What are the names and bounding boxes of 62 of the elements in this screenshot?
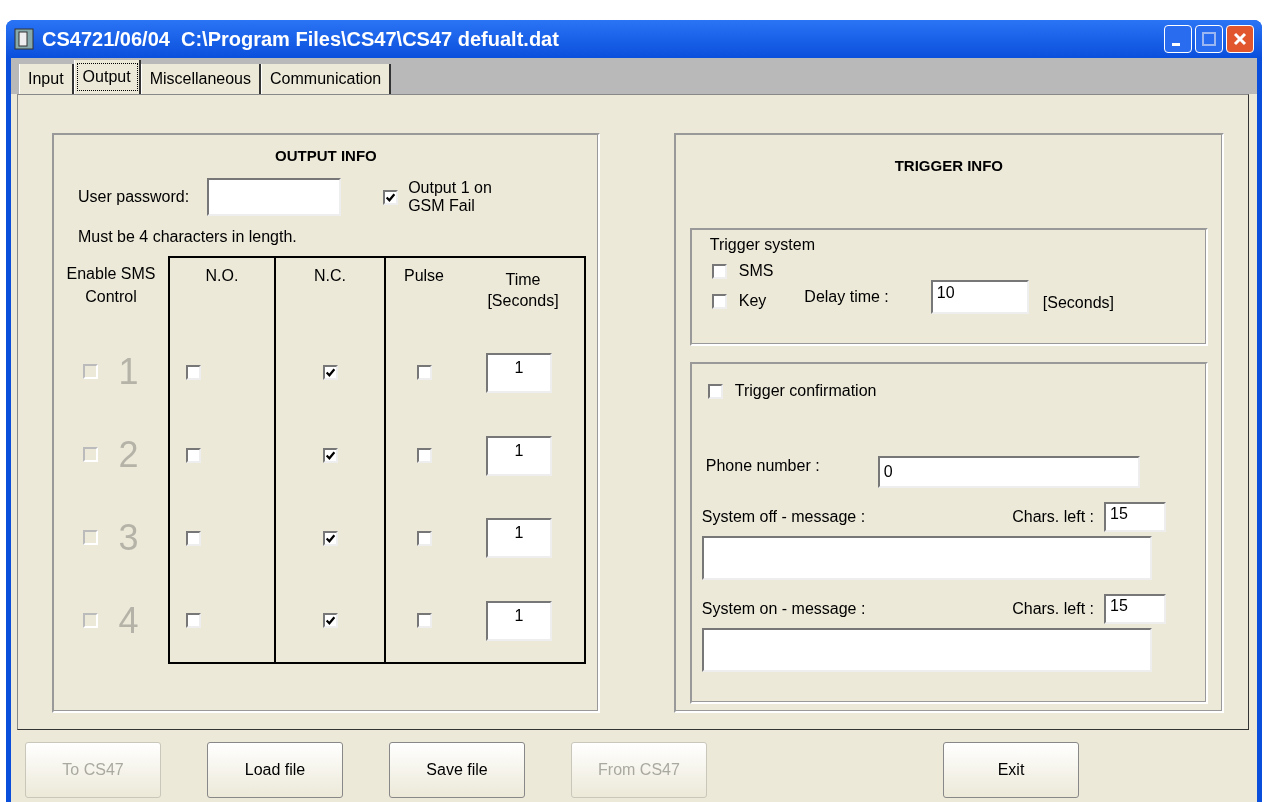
unit-label: [Seconds] xyxy=(1042,294,1114,312)
maximize-icon xyxy=(1199,29,1219,49)
checkbox-label: Key xyxy=(738,292,767,310)
checkbox[interactable] xyxy=(707,383,723,399)
checkbox[interactable] xyxy=(383,189,399,205)
checkbox[interactable] xyxy=(416,613,432,629)
checkbox[interactable] xyxy=(186,365,201,381)
message-field[interactable] xyxy=(701,628,1152,672)
action-button[interactable]: Save file xyxy=(389,742,525,798)
close-button[interactable] xyxy=(1226,25,1254,53)
column-header: Enable SMS Control xyxy=(65,264,157,308)
checkbox[interactable] xyxy=(416,530,432,546)
checkbox-label: SMS xyxy=(738,262,774,280)
action-button[interactable]: Load file xyxy=(207,742,343,798)
field-label: Chars. left : xyxy=(1012,600,1094,618)
group-heading: OUTPUT INFO xyxy=(274,147,378,164)
time-field[interactable]: 1 xyxy=(486,518,552,559)
checkbox[interactable] xyxy=(322,613,338,629)
chars-left-field[interactable]: 15 xyxy=(1104,594,1166,624)
time-field[interactable]: 1 xyxy=(486,435,552,476)
checkbox[interactable] xyxy=(322,448,338,463)
checkbox-label: Output 1 on GSM Fail xyxy=(408,179,493,215)
minimize-button[interactable] xyxy=(1164,25,1192,53)
column-header: N.O. xyxy=(204,266,240,286)
column-header: Time [Seconds] xyxy=(486,270,560,311)
group-heading: TRIGGER INFO xyxy=(893,157,1005,174)
checkbox-label: Trigger confirmation xyxy=(734,382,877,400)
column-header: N.C. xyxy=(313,266,347,286)
checkbox[interactable] xyxy=(186,530,201,546)
checkbox[interactable] xyxy=(416,448,432,463)
field-label: User password: xyxy=(78,188,190,206)
tab[interactable]: Output xyxy=(73,60,141,94)
checkbox[interactable] xyxy=(711,263,727,279)
chars-left-field[interactable]: 15 xyxy=(1104,502,1166,532)
time-field[interactable]: 1 xyxy=(486,600,552,641)
tab[interactable]: Input xyxy=(19,64,74,94)
password-field[interactable] xyxy=(207,178,342,216)
app-icon xyxy=(14,28,34,50)
time-field[interactable]: 1 xyxy=(486,352,552,393)
group-title: Trigger system xyxy=(709,236,816,254)
action-button[interactable]: Exit xyxy=(943,742,1079,798)
checkbox[interactable] xyxy=(322,530,338,546)
tab[interactable]: Communication xyxy=(261,64,392,94)
tab[interactable]: Miscellaneous xyxy=(140,64,261,94)
field-label: Delay time : xyxy=(804,288,889,306)
checkbox[interactable] xyxy=(416,365,432,381)
phone-field[interactable]: 0 xyxy=(877,456,1140,488)
hint-text: Must be 4 characters in length. xyxy=(78,228,298,246)
window-title: CS4721/06/04 C:\Program Files\CS47\CS47 defualt.dat xyxy=(42,27,559,51)
field-label: Phone number : xyxy=(705,457,820,475)
delay-field[interactable]: 10 xyxy=(930,280,1029,314)
field-label: System off - message : xyxy=(701,508,866,526)
column-header: Pulse xyxy=(403,266,445,286)
field-label: Chars. left : xyxy=(1012,508,1094,526)
minimize-icon xyxy=(1172,42,1180,46)
checkbox[interactable] xyxy=(186,448,201,463)
message-field[interactable] xyxy=(701,536,1152,580)
checkbox[interactable] xyxy=(711,293,727,309)
checkbox[interactable] xyxy=(322,365,338,381)
checkbox[interactable] xyxy=(186,613,201,629)
field-label: System on - message : xyxy=(701,600,866,618)
maximize-button[interactable] xyxy=(1195,25,1223,53)
